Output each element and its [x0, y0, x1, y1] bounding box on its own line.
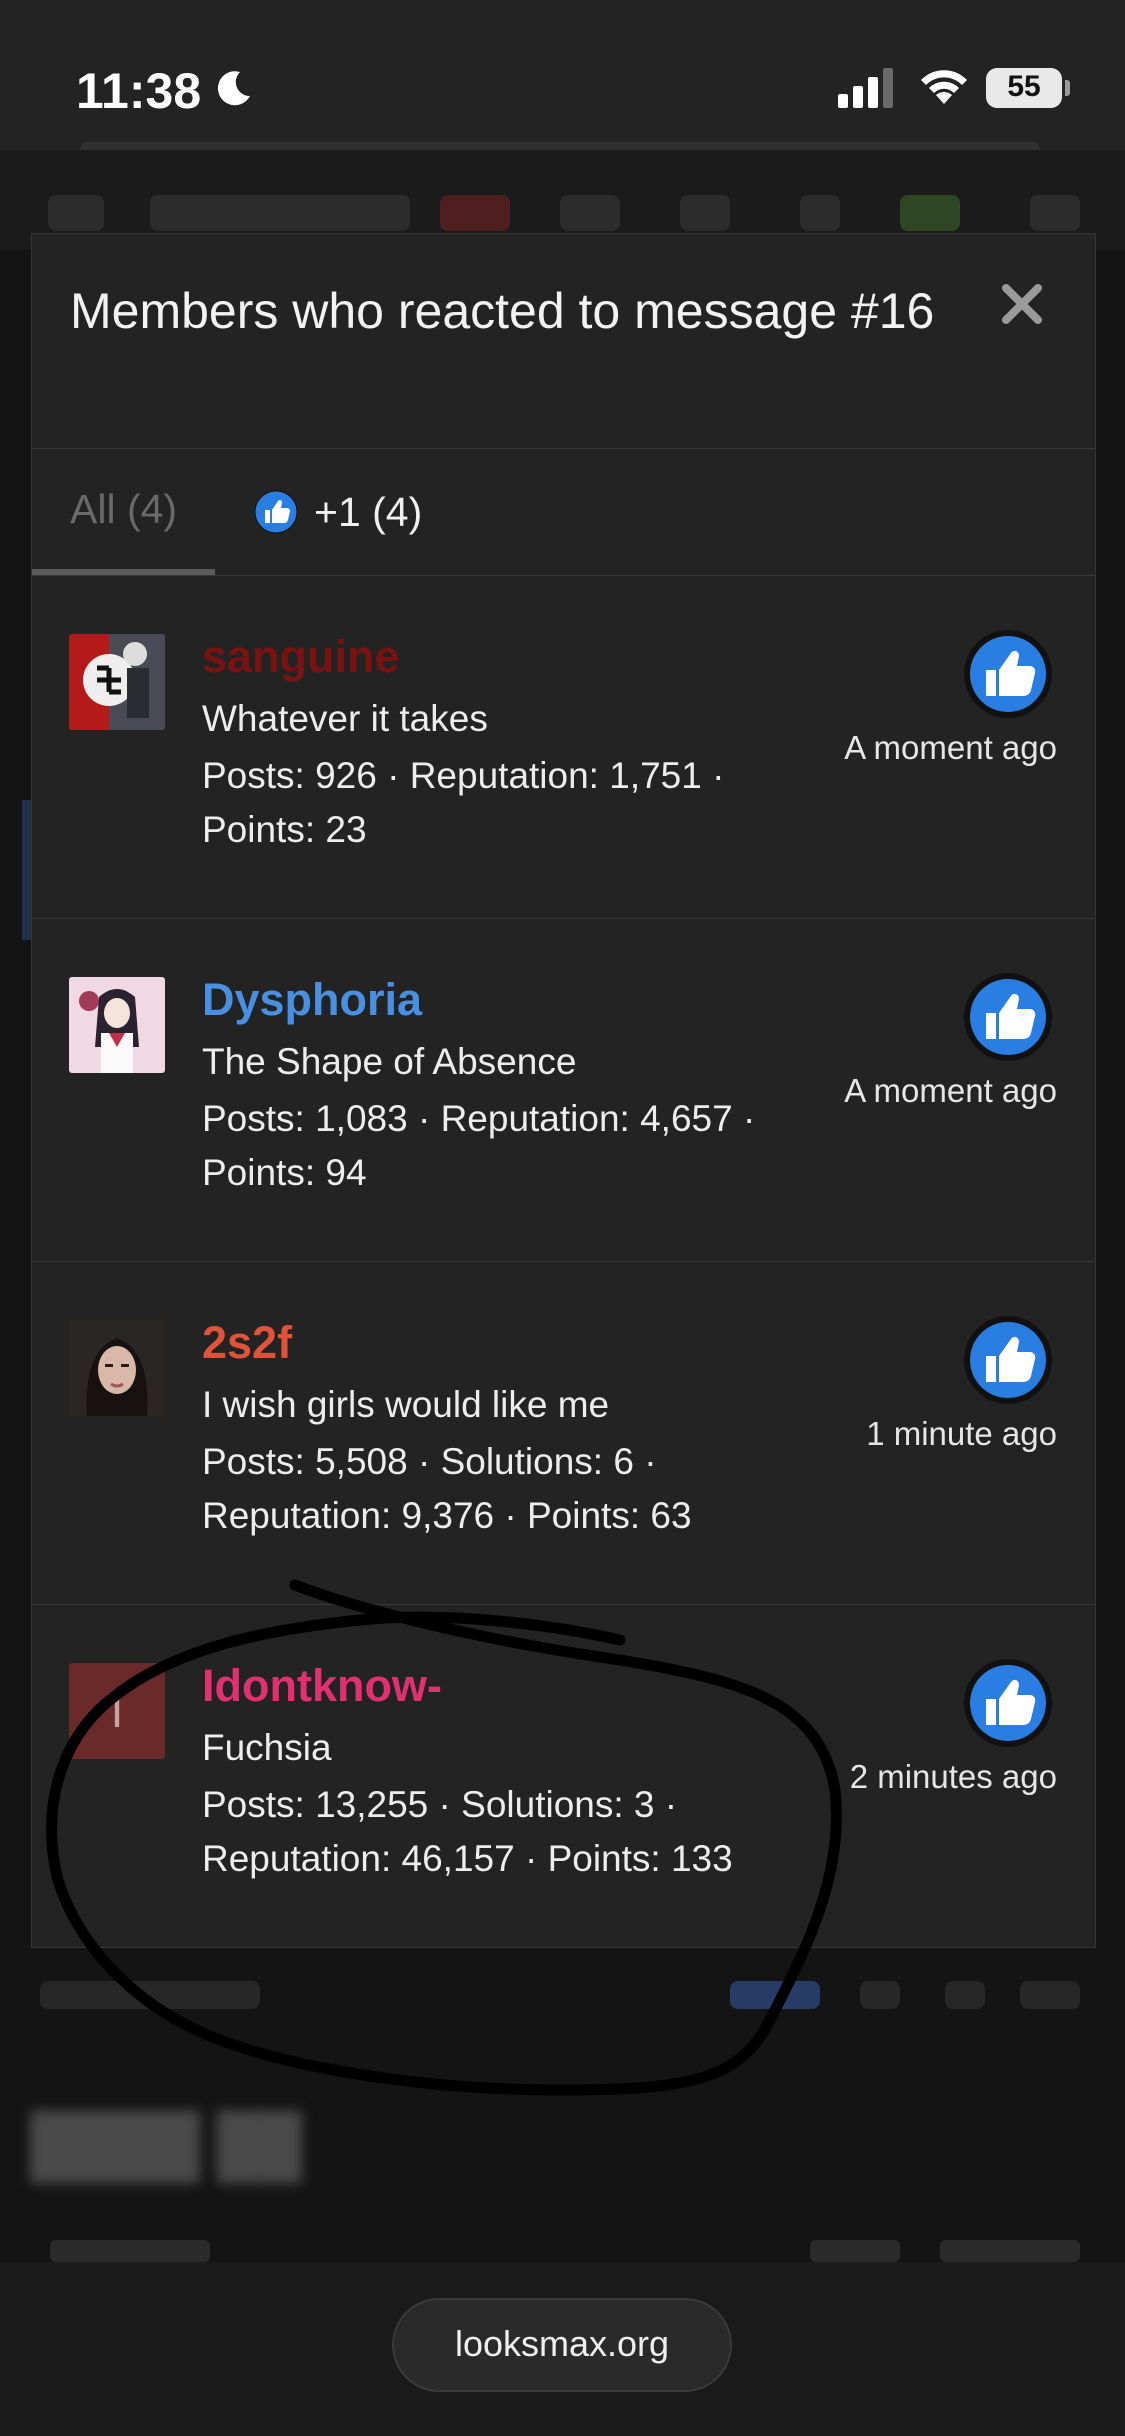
background-post-meta — [40, 2240, 1090, 2262]
list-item: I Idontknow- Fuchsia Posts: 13,255 · Sol… — [32, 1605, 1095, 1947]
reaction-time: A moment ago — [844, 1072, 1057, 1109]
user-stats: Posts: 5,508 · Solutions: 6 · Reputation… — [202, 1435, 822, 1543]
user-stats: Posts: 926 · Reputation: 1,751 · Points:… — [202, 749, 822, 857]
like-reaction-icon[interactable] — [962, 628, 1054, 720]
list-item: Dysphoria The Shape of Absence Posts: 1,… — [32, 919, 1095, 1262]
user-stats-line-2: Points: 94 — [202, 1152, 367, 1193]
active-tab-indicator — [32, 569, 215, 575]
like-icon — [254, 490, 298, 533]
background-post-title: ████ ██ — [30, 2111, 302, 2178]
user-stats-line-2: Reputation: 9,376 · Points: 63 — [202, 1495, 692, 1536]
browser-bottom-bar: looksmax.org — [0, 2262, 1125, 2436]
tab-like[interactable]: +1 (4) — [254, 448, 422, 575]
avatar[interactable]: I — [69, 1663, 165, 1759]
battery-tip — [1065, 80, 1070, 96]
tab-like-label: +1 (4) — [314, 488, 423, 535]
list-item: sanguine Whatever it takes Posts: 926 · … — [32, 576, 1095, 919]
username[interactable]: 2s2f — [202, 1317, 292, 1369]
reaction-list: sanguine Whatever it takes Posts: 926 · … — [32, 576, 1095, 1947]
user-stats-line-2: Reputation: 46,157 · Points: 133 — [202, 1838, 733, 1879]
status-bar: 11:38 55 — [0, 0, 1125, 150]
username[interactable]: Dysphoria — [202, 974, 422, 1026]
username[interactable]: Idontknow- — [202, 1660, 442, 1712]
user-title: The Shape of Absence — [202, 1041, 577, 1082]
user-stats: Posts: 13,255 · Solutions: 3 · Reputatio… — [202, 1778, 822, 1886]
avatar[interactable] — [69, 634, 165, 730]
url-bar[interactable]: looksmax.org — [392, 2298, 732, 2392]
username[interactable]: sanguine — [202, 631, 400, 683]
moon-icon — [217, 71, 250, 106]
user-stats-line-1: Posts: 13,255 · Solutions: 3 · — [202, 1784, 678, 1825]
avatar[interactable] — [69, 1320, 165, 1416]
reaction-time: 2 minutes ago — [849, 1758, 1057, 1795]
list-item: 2s2f I wish girls would like me Posts: 5… — [32, 1262, 1095, 1605]
battery-percentage: 55 — [1007, 70, 1041, 103]
user-title: Fuchsia — [202, 1727, 332, 1768]
user-stats: Posts: 1,083 · Reputation: 4,657 · Point… — [202, 1092, 822, 1200]
tab-all[interactable]: All (4) — [70, 448, 177, 575]
user-stats-line-1: Posts: 1,083 · Reputation: 4,657 · — [202, 1098, 756, 1139]
like-reaction-icon[interactable] — [962, 1314, 1054, 1406]
user-stats-line-1: Posts: 5,508 · Solutions: 6 · — [202, 1441, 657, 1482]
user-title: Whatever it takes — [202, 698, 488, 739]
status-time: 11:38 — [76, 63, 202, 119]
user-stats-line-2: Points: 23 — [202, 809, 367, 850]
user-stats-line-1: Posts: 926 · Reputation: 1,751 · — [202, 755, 725, 796]
reaction-time: A moment ago — [844, 729, 1057, 766]
cellular-signal-icon — [838, 68, 893, 108]
like-reaction-icon[interactable] — [962, 971, 1054, 1063]
like-reaction-icon[interactable] — [962, 1657, 1054, 1749]
avatar-letter: I — [110, 1685, 124, 1737]
background-post-footer — [30, 1975, 1100, 2015]
battery-indicator: 55 — [986, 68, 1062, 108]
user-title: I wish girls would like me — [202, 1384, 610, 1425]
modal-header: Members who reacted to message #16 — [32, 234, 1095, 449]
avatar[interactable] — [69, 977, 165, 1073]
modal-title: Members who reacted to message #16 — [70, 283, 935, 339]
reactions-modal: Members who reacted to message #16 All (… — [31, 233, 1096, 1948]
reaction-time: 1 minute ago — [866, 1415, 1057, 1452]
close-icon[interactable] — [992, 274, 1052, 334]
reaction-tabs: All (4) +1 (4) — [32, 448, 1095, 576]
wifi-icon — [921, 70, 967, 104]
